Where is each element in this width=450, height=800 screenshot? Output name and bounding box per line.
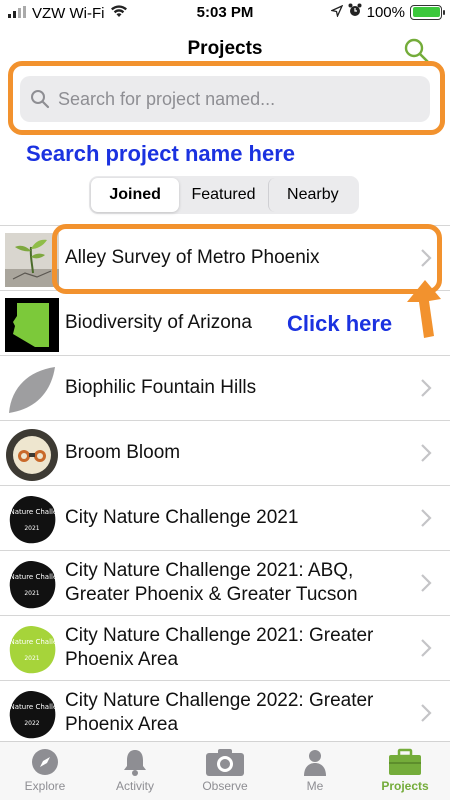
project-row[interactable]: City Nature Challenge 2021 City Nature C… bbox=[0, 551, 450, 616]
project-row[interactable]: Broom Bloom bbox=[0, 421, 450, 486]
svg-text:2021: 2021 bbox=[24, 655, 39, 662]
cnc-logo-text: City Nature Challenge bbox=[5, 638, 59, 646]
chevron-right-icon bbox=[421, 704, 432, 722]
cnc-green-logo-thumbnail: City Nature Challenge 2021 bbox=[5, 625, 59, 674]
chevron-right-icon bbox=[421, 639, 432, 657]
chevron-right-icon bbox=[421, 249, 432, 267]
arrow-up-annotation-icon bbox=[407, 280, 441, 338]
project-row[interactable]: Alley Survey of Metro Phoenix bbox=[0, 226, 450, 291]
arizona-shape-thumbnail bbox=[5, 298, 59, 352]
cnc-logo-text: City Nature Challenge bbox=[5, 508, 59, 516]
compass-icon bbox=[32, 749, 58, 775]
chevron-right-icon bbox=[421, 509, 432, 527]
tab-explore[interactable]: Explore bbox=[0, 742, 90, 800]
ecoquest-badge-thumbnail bbox=[6, 429, 58, 481]
project-name: Alley Survey of Metro Phoenix bbox=[65, 247, 320, 268]
alley-survey-thumbnail bbox=[5, 233, 59, 287]
project-name: Broom Bloom bbox=[65, 442, 181, 463]
project-name: City Nature Challenge 2021: ABQ, Greater… bbox=[65, 560, 358, 605]
tab-observe[interactable]: Observe bbox=[180, 742, 270, 800]
project-row[interactable]: City Nature Challenge 2021 City Nature C… bbox=[0, 616, 450, 681]
project-row[interactable]: City Nature Challenge 2021 City Nature C… bbox=[0, 486, 450, 551]
battery-percent: 100% bbox=[366, 3, 405, 21]
search-bar[interactable] bbox=[20, 76, 430, 122]
person-icon bbox=[304, 750, 326, 776]
svg-text:2021: 2021 bbox=[24, 590, 39, 597]
tab-projects[interactable]: Projects bbox=[360, 742, 450, 800]
alarm-icon bbox=[348, 3, 362, 21]
project-name: City Nature Challenge 2021: Greater Phoe… bbox=[65, 625, 374, 670]
project-row[interactable]: City Nature Challenge 2022 City Nature C… bbox=[0, 681, 450, 746]
location-arrow-icon bbox=[329, 4, 343, 21]
page-title: Projects bbox=[187, 38, 263, 59]
tab-label: Explore bbox=[24, 779, 66, 793]
project-filter-segmented-control: Joined Featured Nearby bbox=[89, 176, 359, 214]
cnc-logo-thumbnail: City Nature Challenge 2021 bbox=[5, 495, 59, 544]
segment-joined[interactable]: Joined bbox=[91, 178, 180, 212]
chevron-right-icon bbox=[421, 379, 432, 397]
project-name: Biophilic Fountain Hills bbox=[65, 377, 257, 398]
magnifier-icon bbox=[31, 90, 50, 109]
project-name: City Nature Challenge 2022: Greater Phoe… bbox=[65, 690, 374, 735]
tab-me[interactable]: Me bbox=[270, 742, 360, 800]
click-hint-annotation: Click here bbox=[287, 311, 393, 336]
search-hint-annotation: Search project name here bbox=[26, 141, 296, 166]
chevron-right-icon bbox=[421, 444, 432, 462]
segment-featured[interactable]: Featured bbox=[179, 178, 267, 212]
tab-label: Activity bbox=[115, 779, 154, 793]
status-bar: VZW Wi-Fi 5:03 PM 100% bbox=[0, 0, 450, 26]
tab-activity[interactable]: Activity bbox=[90, 742, 180, 800]
project-name: City Nature Challenge 2021 bbox=[65, 507, 299, 528]
tab-bar: Explore Activity Observe Me Projects bbox=[0, 741, 450, 800]
tab-label: Me bbox=[306, 779, 324, 793]
cnc-logo-text: City Nature Challenge bbox=[5, 573, 59, 581]
leaf-thumbnail bbox=[9, 367, 55, 413]
segment-nearby[interactable]: Nearby bbox=[267, 178, 357, 212]
cnc-logo-thumbnail: City Nature Challenge 2021 bbox=[5, 560, 59, 609]
project-row[interactable]: Biophilic Fountain Hills bbox=[0, 356, 450, 421]
bell-icon bbox=[124, 750, 146, 776]
search-input[interactable] bbox=[58, 88, 408, 110]
cnc-logo-text: City Nature Challenge bbox=[5, 703, 59, 711]
search-icon bbox=[404, 38, 430, 64]
project-list: Alley Survey of Metro Phoenix Biodiversi… bbox=[0, 225, 450, 746]
camera-icon bbox=[206, 749, 244, 776]
tab-label: Observe bbox=[202, 779, 248, 793]
nav-search-button[interactable] bbox=[402, 36, 432, 66]
briefcase-icon bbox=[389, 748, 421, 775]
battery-icon bbox=[410, 4, 445, 20]
svg-text:2021: 2021 bbox=[24, 525, 39, 532]
svg-text:2022: 2022 bbox=[24, 720, 39, 727]
chevron-right-icon bbox=[421, 574, 432, 592]
tab-label: Projects bbox=[381, 779, 429, 793]
cnc-logo-thumbnail: City Nature Challenge 2022 bbox=[5, 690, 59, 739]
